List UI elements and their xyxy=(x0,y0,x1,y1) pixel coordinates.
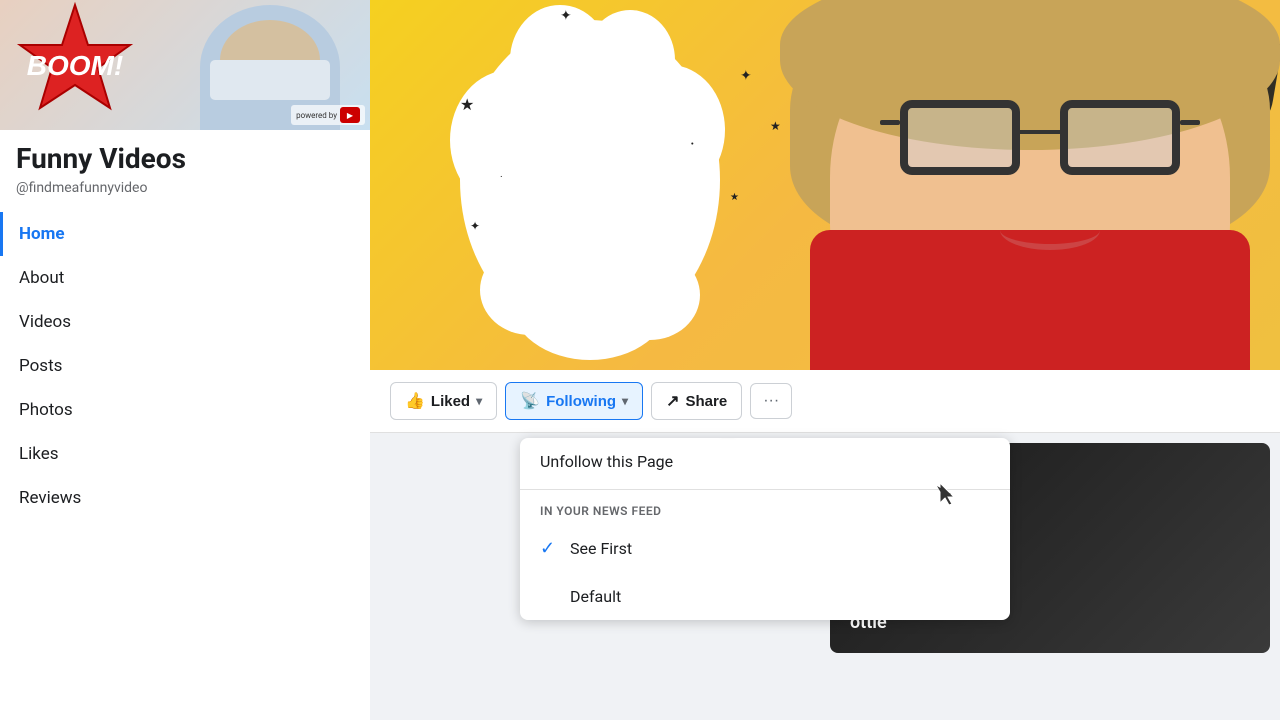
unfollow-item[interactable]: Unfollow this Page xyxy=(520,438,1010,485)
watermark-text: powered by xyxy=(296,111,337,120)
following-chevron-icon: ▾ xyxy=(622,394,628,408)
svg-text:BOOM!: BOOM! xyxy=(27,50,123,81)
thumbs-up-icon: 👍 xyxy=(405,391,425,411)
svg-text:·: · xyxy=(500,172,503,183)
cover-bg: ★ ✦ ✦ ★ · · ✦ ★ FU xyxy=(370,0,1280,370)
following-dropdown: Unfollow this Page IN YOUR NEWS FEED ✓ S… xyxy=(520,438,1010,620)
following-button[interactable]: 📡 Following ▾ xyxy=(505,382,643,420)
following-icon: 📡 xyxy=(520,391,540,411)
page-info: Funny Videos @findmeafunnyvideo xyxy=(0,130,370,204)
sidebar: BOOM! powered by Funny Videos @findmeafu… xyxy=(0,0,370,720)
see-first-item[interactable]: ✓ See First xyxy=(520,524,1010,573)
more-button[interactable]: ··· xyxy=(750,383,792,419)
liked-button[interactable]: 👍 Liked ▾ xyxy=(390,382,497,420)
cover-image-area: ★ ✦ ✦ ★ · · ✦ ★ FU xyxy=(370,0,1280,370)
boom-star-icon: BOOM! xyxy=(0,0,150,130)
sidebar-item-home[interactable]: Home xyxy=(0,212,370,256)
main-content: ★ ✦ ✦ ★ · · ✦ ★ FU xyxy=(370,0,1280,720)
see-first-label: See First xyxy=(570,539,632,558)
unfollow-label: Unfollow this Page xyxy=(540,452,673,471)
share-button[interactable]: ↗ Share xyxy=(651,382,742,420)
page-handle: @findmeafunnyvideo xyxy=(16,180,354,196)
share-icon: ↗ xyxy=(666,391,679,411)
nav-list: Home About Videos Posts Photos Likes Rev… xyxy=(0,212,370,520)
sidebar-item-posts[interactable]: Posts xyxy=(0,344,370,388)
profile-cover: BOOM! powered by xyxy=(0,0,370,130)
share-label: Share xyxy=(685,393,727,410)
sidebar-item-likes[interactable]: Likes xyxy=(0,432,370,476)
sidebar-item-videos[interactable]: Videos xyxy=(0,300,370,344)
following-label: Following xyxy=(546,393,616,410)
dropdown-divider xyxy=(520,489,1010,490)
sidebar-item-photos[interactable]: Photos xyxy=(0,388,370,432)
watermark-logo-icon xyxy=(340,107,360,123)
sidebar-item-about[interactable]: About xyxy=(0,256,370,300)
page-title: Funny Videos xyxy=(16,142,354,176)
glasses-icon xyxy=(900,100,1180,180)
news-feed-section-label: IN YOUR NEWS FEED xyxy=(520,494,1010,524)
sidebar-nav: Home About Videos Posts Photos Likes Rev… xyxy=(0,204,370,520)
liked-label: Liked xyxy=(431,393,470,410)
watermark: powered by xyxy=(291,105,365,125)
default-label: Default xyxy=(570,587,621,606)
action-bar: 👍 Liked ▾ 📡 Following ▾ ↗ Share ··· Unfo… xyxy=(370,370,1280,433)
liked-chevron-icon: ▾ xyxy=(476,394,482,408)
default-item[interactable]: Default xyxy=(520,573,1010,620)
checkmark-icon: ✓ xyxy=(540,538,560,559)
svg-text:★: ★ xyxy=(460,95,474,114)
svg-text:✦: ✦ xyxy=(470,219,480,233)
girl-illustration xyxy=(560,0,1280,370)
more-dots-icon: ··· xyxy=(763,392,779,409)
sidebar-item-reviews[interactable]: Reviews xyxy=(0,476,370,520)
